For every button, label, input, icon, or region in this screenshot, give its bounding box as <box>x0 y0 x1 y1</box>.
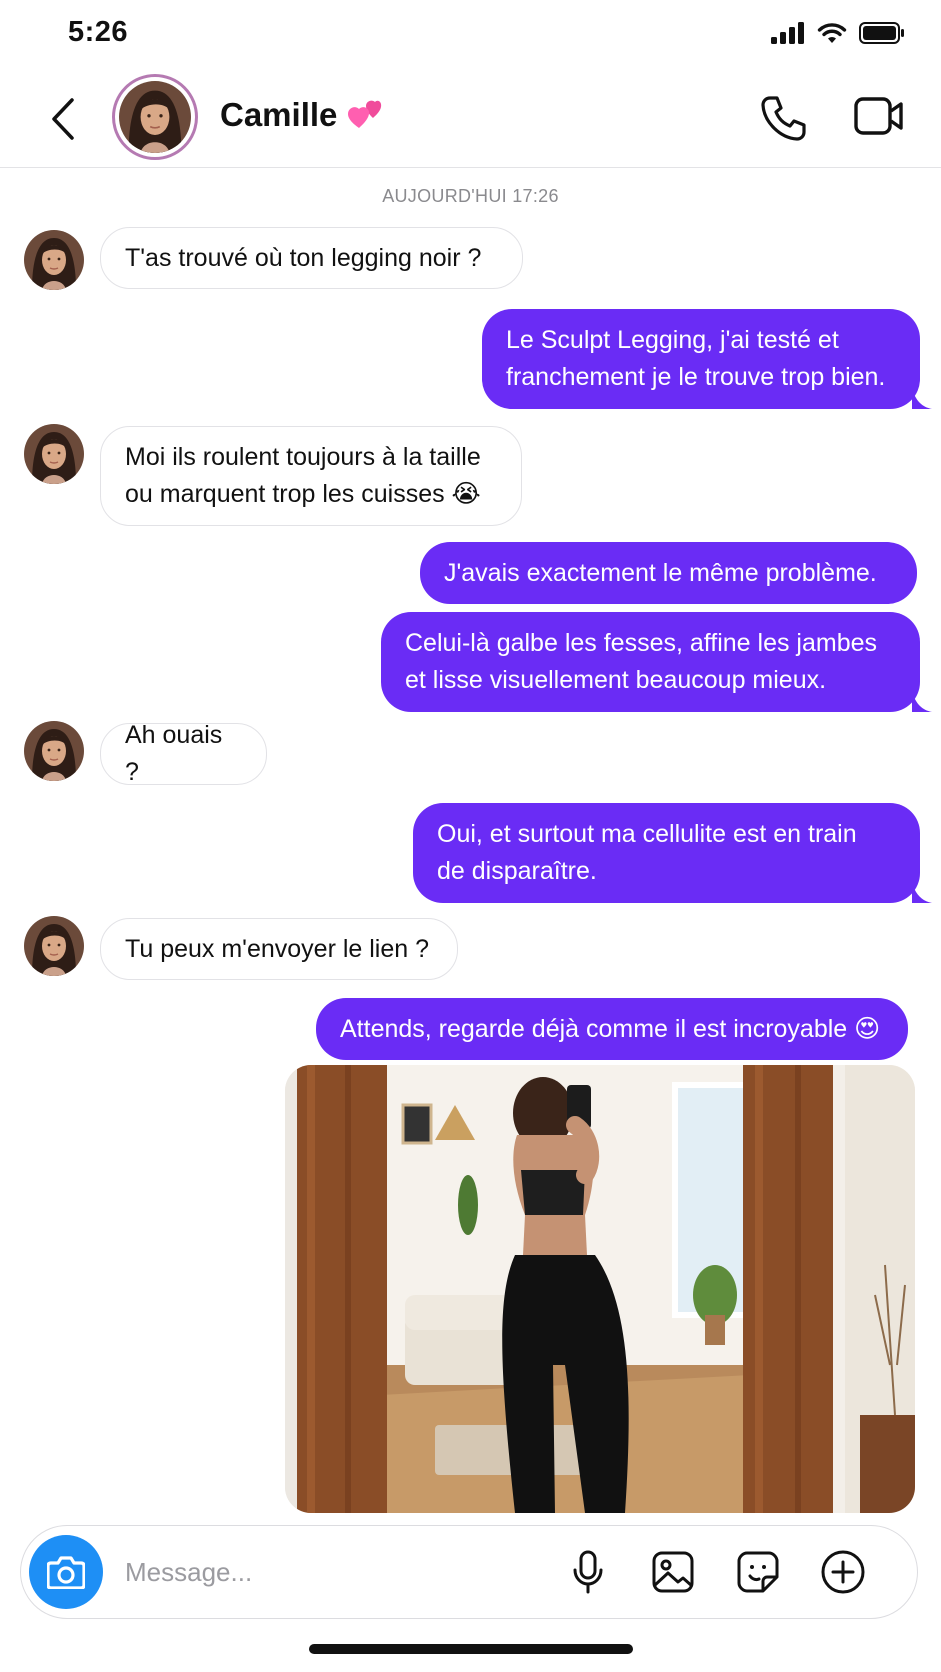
more-button[interactable] <box>819 1548 867 1596</box>
video-camera-icon <box>854 97 903 135</box>
phone-icon <box>761 96 806 141</box>
message-text: Oui, et surtout ma cellulite est en trai… <box>437 820 857 885</box>
video-call-button[interactable] <box>854 94 912 142</box>
outgoing-message[interactable]: Oui, et surtout ma cellulite est en trai… <box>413 803 932 903</box>
contact-avatar-small[interactable] <box>24 230 84 290</box>
message-text: Attends, regarde déjà comme il est incro… <box>340 1014 881 1043</box>
outgoing-message[interactable]: J'avais exactement le même problème. <box>420 542 917 604</box>
bubble-tail <box>912 692 932 712</box>
contact-name[interactable]: Camille <box>220 96 337 134</box>
contact-avatar-small[interactable] <box>24 721 84 781</box>
message-text: T'as trouvé où ton legging noir ? <box>125 243 482 272</box>
bubble-tail <box>912 389 932 409</box>
sticker-icon <box>737 1551 779 1593</box>
battery-icon <box>859 22 904 44</box>
microphone-button[interactable] <box>564 1548 612 1596</box>
status-icons <box>771 22 905 44</box>
mirror-selfie-image <box>285 1065 915 1513</box>
camera-button[interactable] <box>29 1535 103 1609</box>
contact-avatar[interactable] <box>112 74 198 160</box>
message-text: Tu peux m'envoyer le lien ? <box>125 934 430 963</box>
chat-header: Camille <box>0 68 941 168</box>
camera-icon <box>47 1556 85 1589</box>
message-text: J'avais exactement le même problème. <box>444 558 877 587</box>
contact-avatar-small[interactable] <box>24 916 84 976</box>
message-text: Ah ouais ? <box>125 721 223 786</box>
sticker-button[interactable] <box>734 1548 782 1596</box>
message-input[interactable] <box>125 1550 525 1594</box>
incoming-message[interactable]: T'as trouvé où ton legging noir ? <box>100 227 523 289</box>
call-button[interactable] <box>756 92 810 146</box>
status-time: 5:26 <box>68 16 129 48</box>
bubble-tail <box>912 883 932 903</box>
back-button[interactable] <box>40 92 86 146</box>
wifi-icon <box>817 23 847 43</box>
conversation-timestamp: AUJOURD'HUI 17:26 <box>382 186 559 206</box>
gallery-button[interactable] <box>649 1548 697 1596</box>
incoming-message[interactable]: Tu peux m'envoyer le lien ? <box>100 918 458 980</box>
outgoing-message[interactable]: Le Sculpt Legging, j'ai testé et franche… <box>482 309 932 409</box>
incoming-message[interactable]: Moi ils roulent toujours à la taille ou … <box>100 426 522 526</box>
message-composer <box>20 1525 918 1619</box>
chevron-left-icon <box>52 98 74 140</box>
message-text: Celui-là galbe les fesses, affine les ja… <box>405 629 878 694</box>
outgoing-message[interactable]: Attends, regarde déjà comme il est incro… <box>316 998 908 1060</box>
outgoing-message[interactable]: Celui-là galbe les fesses, affine les ja… <box>381 612 932 712</box>
photo-message[interactable] <box>285 1065 915 1513</box>
message-text: Moi ils roulent toujours à la taille ou … <box>125 443 481 508</box>
plus-circle-icon <box>821 1550 865 1594</box>
signal-icon <box>771 22 804 44</box>
message-text: Le Sculpt Legging, j'ai testé et franche… <box>506 326 886 391</box>
image-icon <box>652 1551 694 1593</box>
microphone-icon <box>573 1550 603 1594</box>
incoming-message[interactable]: Ah ouais ? <box>100 721 267 786</box>
two-hearts-icon <box>348 100 382 128</box>
status-bar: 5:26 <box>0 0 941 68</box>
contact-avatar-small[interactable] <box>24 424 84 484</box>
home-indicator[interactable] <box>309 1644 633 1654</box>
